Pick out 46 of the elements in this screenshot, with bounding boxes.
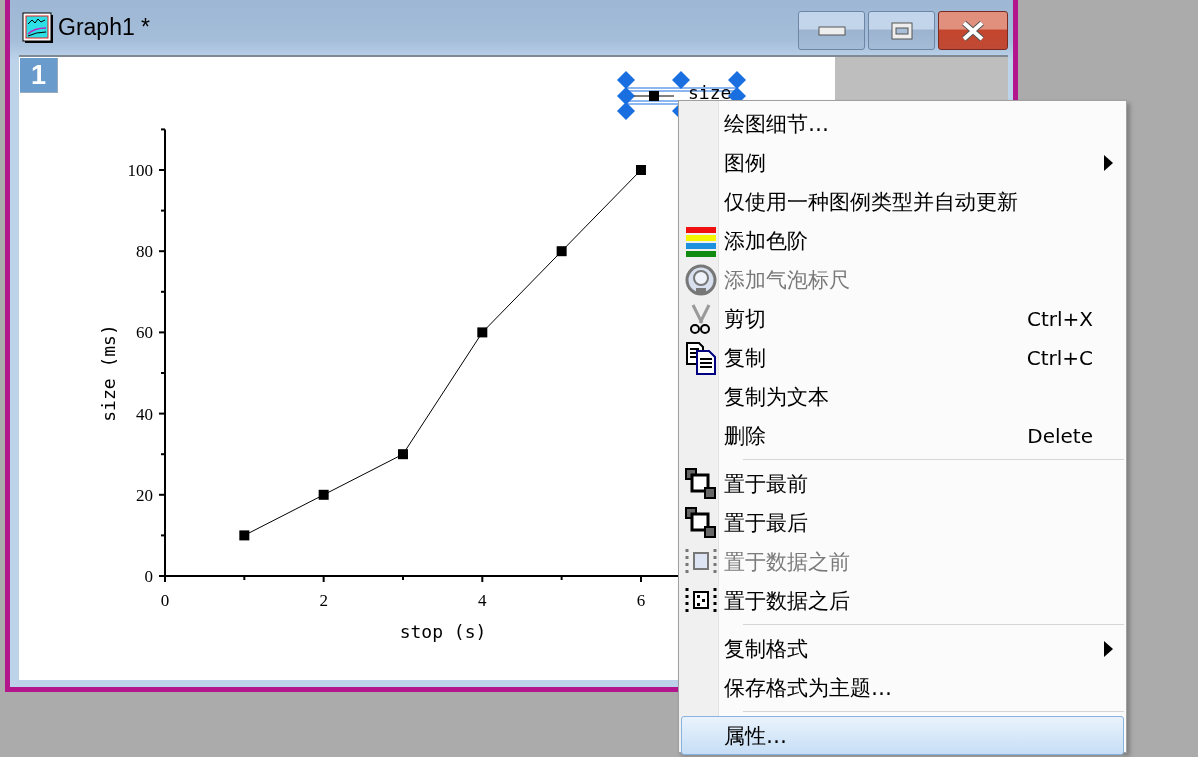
menu-item[interactable]: 仅使用一种图例类型并自动更新 [681,182,1124,221]
menu-item[interactable]: 保存格式为主题… [681,668,1124,707]
close-button[interactable] [938,11,1008,50]
menu-item[interactable]: 置于最前 [681,464,1124,503]
data-point [239,530,250,541]
menu-item[interactable]: 复制为文本 [681,377,1124,416]
y-tick-label: 0 [144,567,153,586]
overlapping-squares-icon [684,505,718,540]
x-tick-label: 4 [478,591,487,610]
x-tick-label: 2 [319,591,328,610]
x-tick-label: 0 [160,591,170,610]
menu-item[interactable]: 绘图细节… [681,104,1124,143]
minimize-button[interactable] [798,11,865,50]
menu-item[interactable]: 属性… [681,716,1124,755]
y-axis-title[interactable]: size (ms) [98,324,119,422]
data-point [398,449,408,460]
submenu-arrow-icon [1103,154,1113,171]
y-tick-label: 80 [136,242,153,262]
x-tick-label: 6 [636,591,646,610]
submenu-arrow-icon [1103,640,1113,657]
close-icon [960,20,986,41]
copy-icon [684,340,718,375]
data-point [477,327,488,338]
maximize-icon [890,21,913,40]
menu-item[interactable]: 图例 [681,143,1124,182]
y-tick-label: 20 [136,485,153,505]
menu-item[interactable]: 删除 Delete [681,416,1124,455]
overlapping-squares-icon [684,466,718,501]
legend-label[interactable]: size [688,82,732,103]
menu-item[interactable]: 剪切 Ctrl+X [681,299,1124,338]
menu-item[interactable]: 复制 Ctrl+C [681,338,1124,377]
y-tick-label: 60 [136,323,153,343]
menu-item[interactable]: 置于数据之后 [681,581,1124,620]
menu-item[interactable]: 置于最后 [681,503,1124,542]
x-axis-title[interactable]: stop (s) [399,621,487,642]
minimize-icon [817,24,846,37]
bubble-icon [684,262,718,297]
y-tick-label: 40 [136,404,153,424]
data-point [556,246,567,257]
menu-item[interactable]: 复制格式 [681,629,1124,668]
menu-item[interactable]: 添加色阶 [681,221,1124,260]
graph-window-icon [22,11,54,44]
window-title: Graph1 * [58,14,152,41]
data-point [635,165,646,175]
data-point [318,489,329,500]
y-tick-label: 100 [127,161,153,180]
